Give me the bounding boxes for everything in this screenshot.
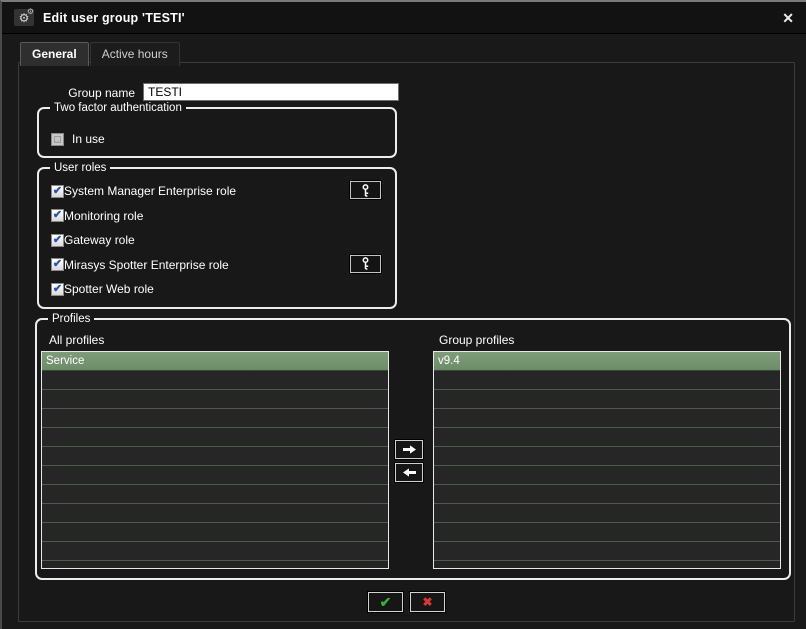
role-row: ✔ Spotter Web role: [51, 281, 385, 297]
role-row: ✔ Mirasys Spotter Enterprise role: [51, 253, 385, 274]
list-item-service[interactable]: Service: [42, 352, 388, 371]
list-row-empty: [434, 447, 780, 466]
user-roles-groupbox: User roles ✔ System Manager Enterprise r…: [37, 161, 397, 309]
role-key-button[interactable]: [349, 253, 382, 274]
list-row-empty: [42, 485, 388, 504]
role-label: Spotter Web role: [64, 282, 154, 296]
role-row: ✔ System Manager Enterprise role: [51, 180, 385, 200]
list-row-empty: [42, 428, 388, 447]
role-checkbox[interactable]: ✔: [51, 233, 64, 247]
in-use-row: In use: [51, 132, 105, 146]
ok-button[interactable]: ✔: [367, 591, 404, 613]
cancel-button[interactable]: ✖: [409, 591, 446, 613]
list-row-empty: [434, 504, 780, 523]
in-use-label: In use: [72, 132, 105, 146]
group-name-input[interactable]: [143, 83, 399, 101]
role-label: Gateway role: [64, 233, 135, 247]
list-row-empty: [434, 371, 780, 390]
list-row-empty: [42, 504, 388, 523]
footer-buttons: ✔ ✖: [19, 591, 794, 613]
group-profiles-list[interactable]: v9.4: [433, 351, 781, 569]
tab-strip: General Active hours: [20, 42, 181, 66]
list-row-empty: [434, 409, 780, 428]
list-row-empty: [434, 485, 780, 504]
role-checkbox[interactable]: ✔: [51, 258, 64, 271]
close-icon[interactable]: ✕: [782, 11, 794, 25]
list-row-empty: [42, 466, 388, 485]
list-row-empty: [42, 447, 388, 466]
role-key-button[interactable]: [349, 180, 382, 200]
title-bar: ⚙ ⚙ Edit user group 'TESTI' ✕: [2, 2, 806, 34]
list-row-empty: [42, 371, 388, 390]
list-row-empty: [434, 542, 780, 561]
check-icon: ✔: [379, 594, 392, 610]
group-name-row: Group name: [19, 83, 794, 101]
in-use-checkbox[interactable]: [51, 132, 64, 146]
list-row-empty: [42, 409, 388, 428]
tab-general[interactable]: General: [20, 42, 89, 66]
group-profiles-label: Group profiles: [439, 333, 515, 347]
list-row-empty: [434, 390, 780, 409]
key-icon: [362, 183, 369, 197]
list-row-empty: [434, 466, 780, 485]
role-checkbox[interactable]: ✔: [51, 184, 64, 198]
profiles-groupbox: Profiles All profiles Group profiles Ser…: [35, 312, 791, 580]
role-row: ✔ Monitoring role: [51, 208, 385, 224]
list-row-empty: [42, 390, 388, 409]
key-icon: [362, 257, 369, 270]
role-checkbox[interactable]: ✔: [51, 209, 64, 222]
role-label: System Manager Enterprise role: [64, 184, 237, 198]
arrow-right-icon: [402, 445, 416, 454]
list-row-empty: [434, 428, 780, 447]
all-profiles-list[interactable]: Service: [41, 351, 389, 569]
role-label: Mirasys Spotter Enterprise role: [64, 257, 229, 272]
x-icon: ✖: [422, 595, 433, 609]
group-name-label: Group name: [68, 86, 135, 100]
two-factor-groupbox: Two factor authentication In use: [37, 101, 397, 158]
role-checkbox[interactable]: ✔: [51, 282, 64, 296]
move-left-button[interactable]: [394, 462, 424, 483]
dialog-title: Edit user group 'TESTI': [43, 10, 185, 25]
user-roles-legend: User roles: [50, 161, 111, 175]
move-right-button[interactable]: [394, 439, 424, 460]
list-row-empty: [42, 523, 388, 542]
list-item-v94[interactable]: v9.4: [434, 352, 780, 371]
list-row-empty: [434, 523, 780, 542]
all-profiles-label: All profiles: [49, 333, 105, 347]
tab-active-hours[interactable]: Active hours: [89, 42, 180, 66]
user-group-gears-icon: ⚙ ⚙: [14, 8, 34, 26]
profiles-legend: Profiles: [48, 312, 95, 326]
two-factor-legend: Two factor authentication: [50, 101, 186, 115]
list-row-empty: [42, 542, 388, 561]
dialog-window: ⚙ ⚙ Edit user group 'TESTI' ✕ General Ac…: [0, 0, 806, 629]
arrow-left-icon: [402, 468, 416, 477]
role-label: Monitoring role: [64, 208, 144, 223]
role-row: ✔ Gateway role: [51, 232, 385, 248]
general-tab-page: Group name Two factor authentication In …: [18, 62, 795, 622]
